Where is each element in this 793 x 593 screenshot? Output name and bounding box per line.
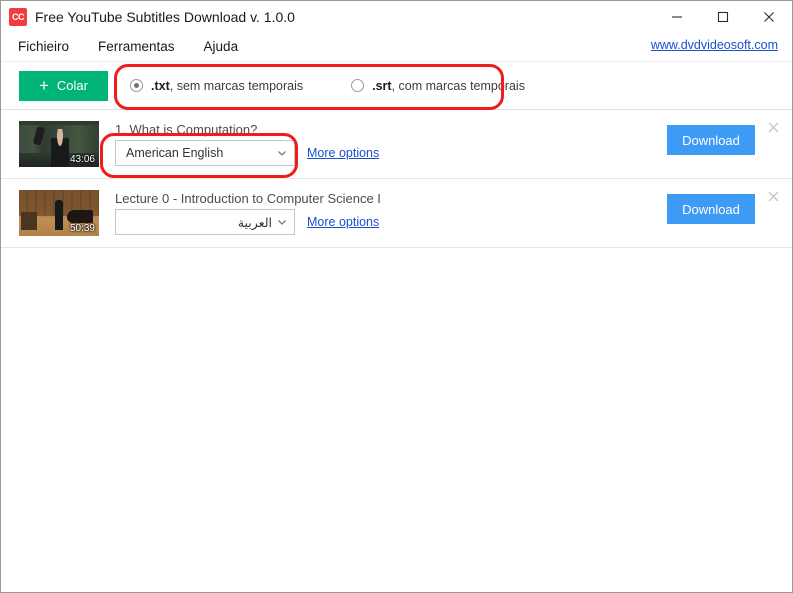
minimize-icon[interactable]: [654, 1, 700, 33]
chevron-down-icon: [276, 147, 288, 159]
toolbar: + Colar .txt, sem marcas temporais .srt,…: [1, 61, 792, 110]
menu-item-file[interactable]: Fichieiro: [6, 33, 81, 61]
thumbnail-detail: [21, 212, 37, 230]
plus-icon: +: [38, 76, 49, 95]
close-icon[interactable]: [746, 1, 792, 33]
radio-label-srt-bold: .srt: [372, 78, 392, 93]
radio-label-txt-bold: .txt: [151, 78, 170, 93]
app-window: CC Free YouTube Subtitles Download v. 1.…: [0, 0, 793, 593]
download-button[interactable]: Download: [667, 194, 755, 224]
language-select[interactable]: العربية: [115, 209, 295, 235]
video-thumbnail: 43:06: [19, 121, 99, 167]
website-link[interactable]: www.dvdvideosoft.com: [651, 38, 778, 52]
format-radio-group: .txt, sem marcas temporais .srt, com mar…: [130, 79, 525, 93]
menu-item-help[interactable]: Ajuda: [192, 33, 251, 61]
window-controls: [654, 1, 792, 33]
cc-icon-text: CC: [12, 11, 25, 22]
video-list: 43:06 1. What is Computation? American E…: [1, 110, 792, 592]
language-select-value: American English: [126, 146, 224, 160]
video-duration: 43:06: [69, 154, 95, 165]
more-options-link[interactable]: More options: [307, 146, 379, 160]
video-duration: 50:39: [69, 223, 95, 234]
radio-option-txt[interactable]: .txt, sem marcas temporais: [130, 79, 303, 93]
chevron-down-icon: [276, 216, 288, 228]
table-row: 50:39 Lecture 0 - Introduction to Comput…: [1, 179, 792, 248]
language-select-value: العربية: [237, 215, 272, 230]
radio-option-srt[interactable]: .srt, com marcas temporais: [351, 79, 525, 93]
menu-item-tools[interactable]: Ferramentas: [86, 33, 187, 61]
maximize-icon[interactable]: [700, 1, 746, 33]
title-bar: CC Free YouTube Subtitles Download v. 1.…: [1, 1, 792, 33]
radio-label-srt: .srt, com marcas temporais: [372, 79, 525, 93]
radio-dot-txt[interactable]: [130, 79, 143, 92]
remove-row-close-icon[interactable]: [765, 119, 781, 135]
cc-icon: CC: [9, 8, 27, 26]
radio-label-txt-rest: , sem marcas temporais: [169, 78, 304, 93]
menu-bar: Fichieiro Ferramentas Ajuda www.dvdvideo…: [1, 33, 792, 61]
more-options-link[interactable]: More options: [307, 215, 379, 229]
paste-button-label: Colar: [56, 78, 88, 93]
table-row: 43:06 1. What is Computation? American E…: [1, 110, 792, 179]
radio-dot-srt[interactable]: [351, 79, 365, 92]
thumbnail-detail: [32, 126, 46, 146]
radio-label-txt: .txt, sem marcas temporais: [151, 79, 303, 93]
video-thumbnail: 50:39: [19, 190, 99, 236]
language-select[interactable]: American English: [115, 140, 295, 166]
thumbnail-detail: [55, 200, 63, 230]
remove-row-close-icon[interactable]: [765, 188, 781, 204]
radio-label-srt-rest: , com marcas temporais: [391, 78, 525, 93]
download-button[interactable]: Download: [667, 125, 755, 155]
window-title: Free YouTube Subtitles Download v. 1.0.0: [35, 9, 295, 25]
paste-button[interactable]: + Colar: [19, 70, 108, 101]
